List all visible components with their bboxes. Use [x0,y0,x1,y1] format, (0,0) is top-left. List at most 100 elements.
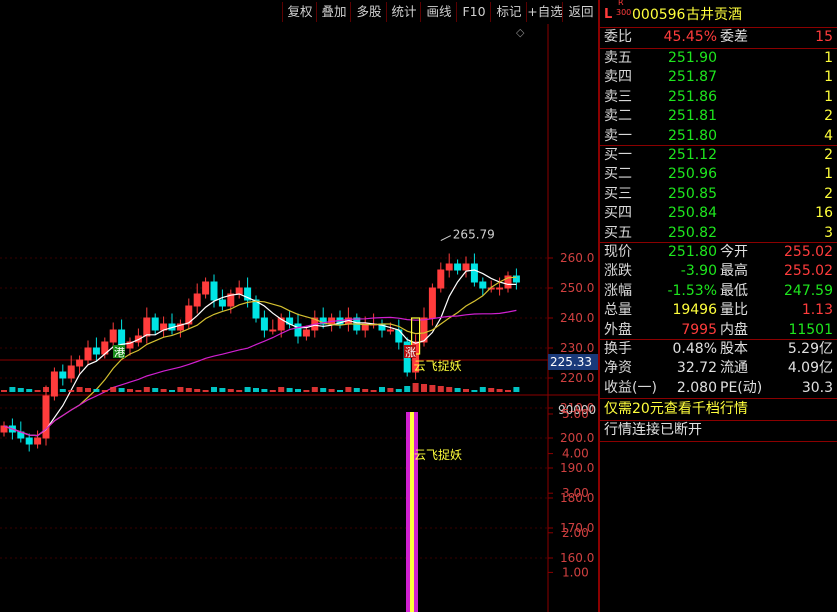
bid-row[interactable]: 买五 250.82 3 [600,224,837,243]
volume-bar [244,387,251,392]
fundamental-row[interactable]: 净资 32.72 流通 4.09亿 [600,359,837,378]
fund-value: 2.080 [676,379,717,396]
toolbar-button-2[interactable]: 多股 [350,2,387,22]
ask-row[interactable]: 卖一 251.80 4 [600,127,837,146]
market-prefix: L [604,7,613,22]
ask-row[interactable]: 卖三 251.86 1 [600,88,837,107]
price-tick-label: 220.0 [560,371,594,385]
quote-label: 内盘 [720,321,748,338]
badge-top: R [618,0,624,7]
quote-label: 最高 [720,263,748,280]
ask-label: 卖四 [604,69,632,86]
volume-bar [463,389,469,392]
bid-qty: 1 [824,166,833,183]
toolbar-button-1[interactable]: 叠加 [316,2,351,22]
quote-row[interactable]: 涨幅 -1.53% 最低 247.59 [600,282,837,301]
quote-label: 涨跌 [604,263,632,280]
stock-code: 000596 [632,7,686,23]
volume-bar [337,390,343,392]
volume-bar [488,388,495,392]
bid-row[interactable]: 买一 251.12 2 [600,146,837,165]
volume-bar [185,388,192,392]
ask-qty: 1 [824,88,833,105]
ask-price: 251.86 [668,88,717,105]
bid-qty: 2 [824,147,833,163]
quote-label: 外盘 [604,321,632,338]
fundamental-row[interactable]: 换手 0.48% 股本 5.29亿 [600,340,837,359]
promo-text[interactable]: 仅需20元查看千档行情 [600,400,837,419]
ask-qty: 1 [824,50,833,66]
ask-label: 卖一 [604,127,632,144]
volume-bar [513,387,520,392]
toolbar-button-0[interactable]: 复权 [282,2,317,22]
volume-bar [370,390,377,392]
quote-row[interactable]: 现价 251.80 今开 255.02 [600,243,837,262]
indicator-label: 云飞捉妖 [414,447,462,462]
quote-row[interactable]: 总量 19496 量比 1.13 [600,301,837,320]
toolbar-button-4[interactable]: 画线 [420,2,457,22]
volume-bar [311,387,318,392]
indicator-tick-label: 5.00 [562,407,589,421]
candle-body [151,317,159,331]
candle-body [59,371,67,379]
ask-price: 251.81 [668,108,717,125]
candle-body [302,329,310,337]
candle-body [428,287,436,319]
bid-label: 买四 [604,205,632,222]
toolbar-button-7[interactable]: +自选 [526,2,563,22]
volume-bar [454,388,461,392]
quote-value: 7995 [681,321,717,338]
toolbar-button-6[interactable]: 标记 [490,2,527,22]
volume-bar [261,389,268,392]
volume-bar [169,390,175,392]
volume-bar [143,387,150,392]
order-ratio-label: 委比 [604,29,632,45]
chart-area[interactable]: 260.0250.0240.0230.0220.0210.0200.0190.0… [0,24,598,612]
volume-bar [93,389,100,392]
candle-body [25,437,33,445]
ask-row[interactable]: 卖四 251.87 1 [600,68,837,87]
price-tick-label: 260.0 [560,251,594,265]
volume-bar [59,389,66,392]
bid-row[interactable]: 买二 250.96 1 [600,165,837,184]
candle-body [437,269,445,289]
candle-body [143,317,151,337]
stock-name: 古井贡酒 [686,7,742,23]
bid-label: 买二 [604,166,632,183]
candle-body [92,347,100,355]
toolbar-button-5[interactable]: F10 [456,2,491,22]
volume-bar [345,387,352,392]
volume-bar [286,388,293,392]
ma-line-10 [3,276,517,437]
volume-bar [135,390,142,392]
ask-row[interactable]: 卖五 251.90 1 [600,49,837,68]
indicator-bar-core [410,412,414,612]
volume-bar [51,388,58,392]
bid-row[interactable]: 买四 250.84 16 [600,204,837,223]
volume-bar [17,388,24,392]
bid-label: 买一 [604,147,632,163]
indicator-tick-label: 4.00 [562,447,589,461]
fundamental-row[interactable]: 收益(一) 2.080 PE(动) 30.3 [600,379,837,398]
volume-bar [278,387,285,392]
quote-value: 255.02 [784,263,833,280]
toolbar-button-8[interactable]: 返回 [562,2,599,22]
quote-row[interactable]: 外盘 7995 内盘 11501 [600,321,837,340]
toolbar-button-3[interactable]: 统计 [386,2,421,22]
volume-bar [202,390,209,392]
indicator-tick-label: 1.00 [562,565,589,579]
current-price-label: 225.33 [550,355,592,369]
volume-bar [379,387,385,392]
stock-header: L R 300 000596 古井贡酒 [600,0,837,26]
bid-row[interactable]: 买三 250.85 2 [600,185,837,204]
volume-bar [160,389,167,392]
ask-label: 卖三 [604,88,632,105]
candle-body [445,263,453,271]
volume-bar [34,390,41,392]
volume-bar [76,387,83,392]
quote-row[interactable]: 涨跌 -3.90 最高 255.02 [600,262,837,281]
candle-body [269,329,277,332]
ask-row[interactable]: 卖二 251.81 2 [600,107,837,126]
bid-qty: 3 [824,224,833,241]
bid-qty: 16 [815,205,833,222]
